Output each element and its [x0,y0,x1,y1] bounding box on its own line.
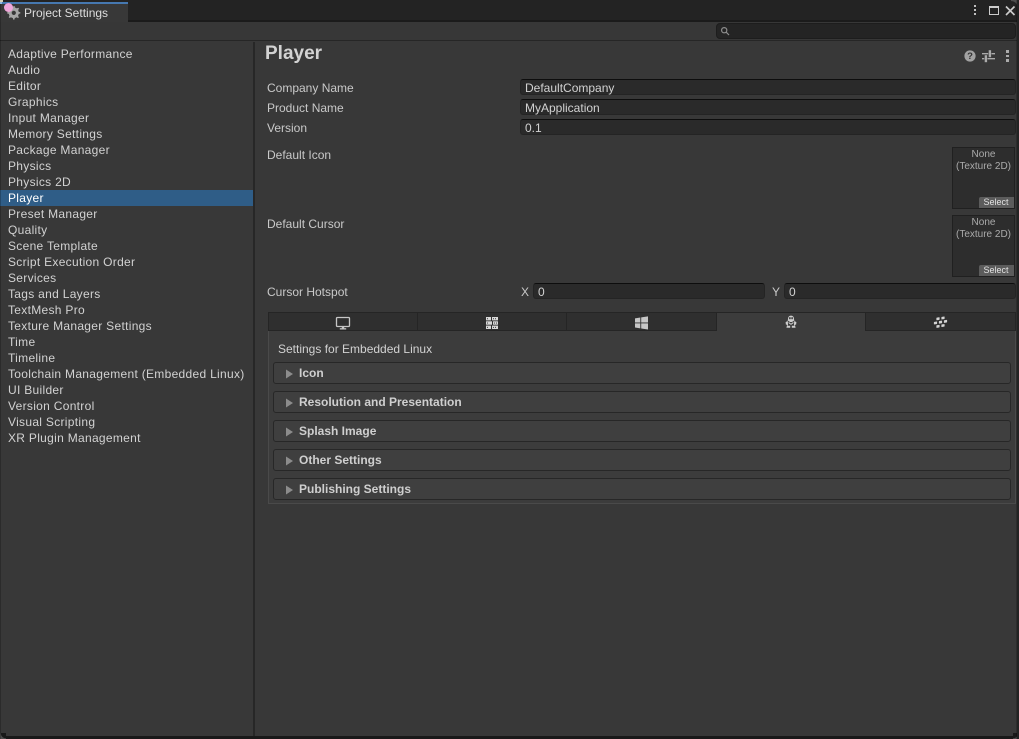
svg-text:?: ? [967,51,973,62]
